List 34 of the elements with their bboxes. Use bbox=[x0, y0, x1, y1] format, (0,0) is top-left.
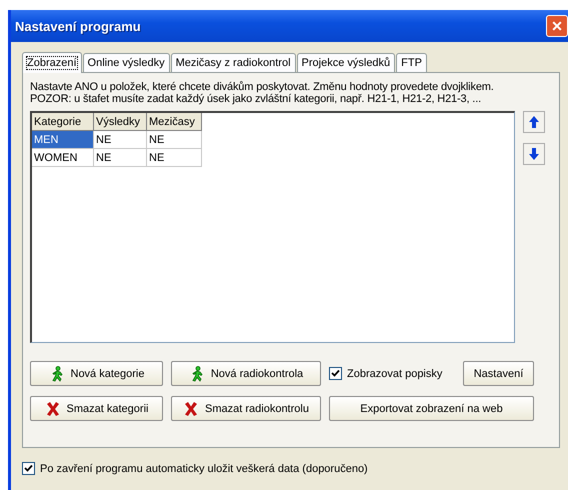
table-cell[interactable]: MEN bbox=[32, 131, 94, 149]
checkbox[interactable] bbox=[22, 462, 35, 475]
checkbox-label: Zobrazovat popisky bbox=[347, 368, 442, 380]
table-cell[interactable]: NE bbox=[147, 149, 202, 167]
action-button[interactable]: Nová radiokontrola bbox=[171, 361, 321, 386]
tab[interactable]: Online výsledky bbox=[82, 53, 170, 72]
column-header[interactable]: Mezičasy bbox=[147, 113, 202, 131]
move-up-button[interactable] bbox=[523, 111, 545, 133]
cross-icon bbox=[44, 400, 61, 416]
checkbox[interactable] bbox=[329, 367, 342, 380]
up-arrow-icon bbox=[529, 116, 539, 128]
move-down-button[interactable] bbox=[523, 143, 545, 165]
info-text: POZOR: u štafet musíte zadat každý úsek jako zvláštní kategorii, např. H21-1, H21-2, H21-3, ... bbox=[30, 93, 482, 105]
cross-icon bbox=[183, 400, 200, 416]
action-button[interactable]: Nová kategorie bbox=[30, 361, 163, 386]
tab[interactable]: Projekce výsledků bbox=[296, 53, 396, 72]
table-cell[interactable]: NE bbox=[94, 131, 147, 149]
table-cell[interactable]: WOMEN bbox=[32, 149, 94, 167]
down-arrow-icon bbox=[529, 148, 539, 160]
tab[interactable]: Mezičasy z radiokontrol bbox=[170, 53, 296, 72]
table-cell[interactable]: NE bbox=[94, 149, 147, 167]
info-text: Nastavte ANO u položek, které chcete divákům poskytovat. Změnu hodnoty provedete dvojklikem. bbox=[30, 81, 495, 93]
column-header[interactable]: Výsledky bbox=[94, 113, 147, 131]
close-button[interactable]: × bbox=[546, 15, 568, 37]
tab[interactable]: FTP bbox=[396, 53, 427, 72]
window-title: Nastavení programu bbox=[15, 18, 141, 34]
table-cell[interactable]: NE bbox=[147, 131, 202, 149]
settings-button[interactable]: Nastavení bbox=[463, 361, 534, 386]
export-button[interactable]: Exportovat zobrazení na web bbox=[329, 396, 534, 421]
tab[interactable]: Zobrazení bbox=[22, 52, 82, 73]
action-button[interactable]: Smazat radiokontrolu bbox=[171, 396, 321, 421]
checkbox-label: Po zavření programu automaticky uložit veškerá data (doporučeno) bbox=[40, 462, 368, 474]
action-button[interactable]: Smazat kategorii bbox=[30, 396, 163, 421]
column-header[interactable]: Kategorie bbox=[32, 113, 94, 131]
